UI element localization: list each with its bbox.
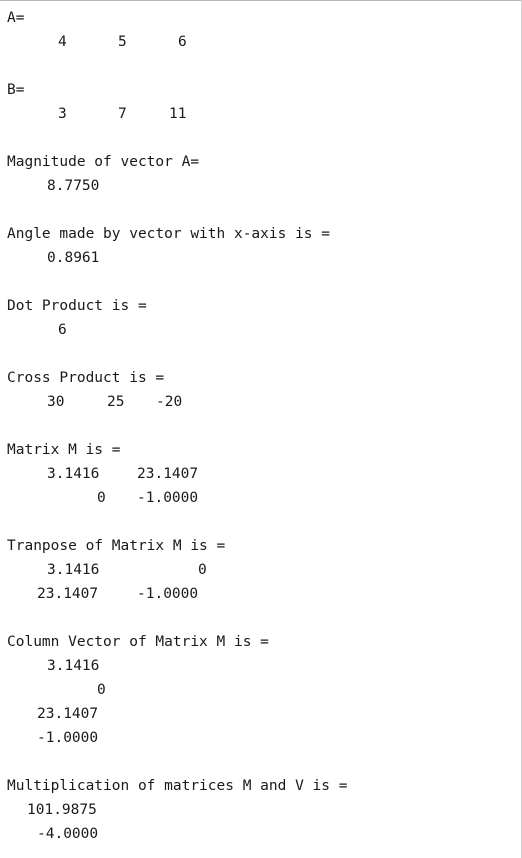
transpose-cell: 23.1407 [37,586,99,602]
multiplication-label: Multiplication of matrices M and V is = [7,778,348,794]
angle-value: 0.8961 [47,250,100,266]
vector-a-value: 4 [58,34,67,50]
matrix-m-cell: -1.0000 [137,490,199,506]
column-vector-value: 23.1407 [37,706,99,722]
matrix-m-cell: 0 [97,490,106,506]
cross-product-value: -20 [156,394,183,410]
angle-label: Angle made by vector with x-axis is = [7,226,331,242]
vector-a-value: 6 [178,34,187,50]
transpose-cell: 3.1416 [47,562,100,578]
matrix-m-cell: 3.1416 [47,466,100,482]
vector-b-value: 7 [118,106,127,122]
vector-b-label: B= [7,82,25,98]
vector-a-label: A= [7,10,25,26]
command-window-output[interactable]: A= 4 5 6 B= 3 7 11 Magnitude of vector A… [0,0,521,858]
column-vector-value: -1.0000 [37,730,99,746]
vector-a-value: 5 [118,34,127,50]
cross-product-label: Cross Product is = [7,370,165,386]
transpose-cell: 0 [198,562,207,578]
multiplication-value: 101.9875 [27,802,97,818]
transpose-label: Tranpose of Matrix M is = [7,538,226,554]
cross-product-value: 30 [47,394,65,410]
transpose-cell: -1.0000 [137,586,199,602]
column-vector-value: 0 [97,682,106,698]
column-vector-label: Column Vector of Matrix M is = [7,634,269,650]
vector-b-value: 3 [58,106,67,122]
magnitude-label: Magnitude of vector A= [7,154,200,170]
matrix-m-label: Matrix M is = [7,442,121,458]
dot-product-label: Dot Product is = [7,298,147,314]
vector-b-value: 11 [169,106,187,122]
dot-product-value: 6 [58,322,67,338]
multiplication-value: -4.0000 [37,826,99,842]
cross-product-value: 25 [107,394,125,410]
matrix-m-cell: 23.1407 [137,466,199,482]
column-vector-value: 3.1416 [47,658,100,674]
magnitude-value: 8.7750 [47,178,100,194]
